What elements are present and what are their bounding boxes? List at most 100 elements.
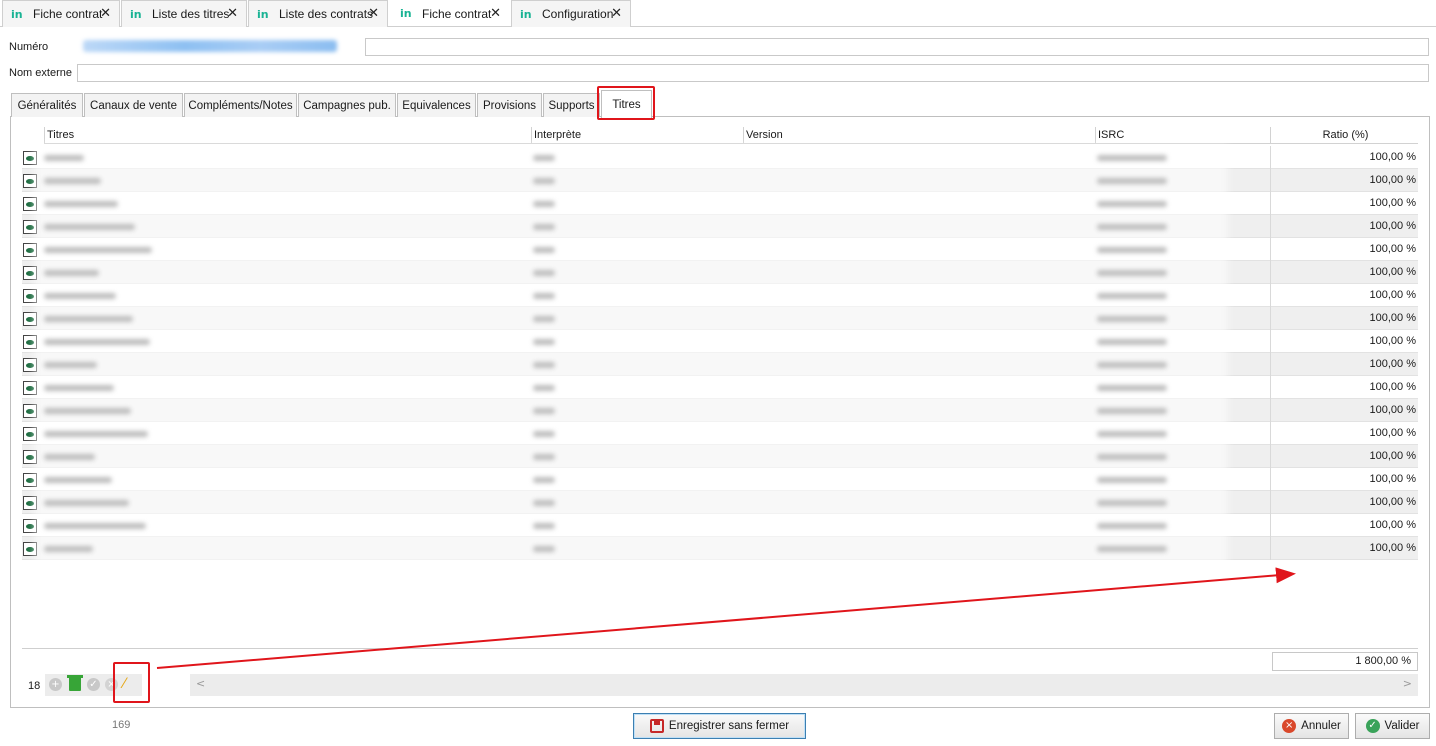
- ratio-cell-divider: [1270, 169, 1271, 192]
- doc-tab-liste-des-titres[interactable]: in Liste des titres ✕: [121, 0, 247, 27]
- close-icon[interactable]: ✕: [227, 6, 238, 21]
- redacted-cell-text: [533, 454, 555, 460]
- redacted-cell-text: [533, 362, 555, 368]
- trash-icon[interactable]: [67, 675, 83, 691]
- validate-check-icon: ✓: [1365, 719, 1380, 733]
- redacted-cell-text: [44, 431, 148, 437]
- cancel-button[interactable]: × Annuler: [1274, 713, 1349, 739]
- grid-footer-divider: [22, 648, 1418, 649]
- redacted-cell-text: [1097, 362, 1167, 368]
- tab-generalites[interactable]: Généralités: [11, 93, 83, 117]
- ratio-cell: 100,00 %: [1369, 358, 1416, 370]
- validate-button[interactable]: ✓ Valider: [1355, 713, 1430, 739]
- ratio-cell-divider: [1270, 537, 1271, 560]
- doc-tab-fiche-contrat-active[interactable]: in Fiche contrat ✕: [391, 0, 510, 26]
- numero-label: Numéro: [9, 41, 49, 53]
- nom-externe-input[interactable]: [77, 64, 1429, 82]
- ratio-cell: 100,00 %: [1369, 450, 1416, 462]
- close-icon[interactable]: ✕: [368, 6, 379, 21]
- col-header-isrc[interactable]: ISRC: [1095, 127, 1270, 144]
- in-logo-icon: in: [400, 7, 412, 20]
- close-icon[interactable]: ✕: [611, 6, 622, 21]
- redacted-cell-text: [44, 408, 131, 414]
- total-ratio: 1 800,00 %: [1272, 652, 1418, 671]
- redacted-cell-text: [1097, 339, 1167, 345]
- col-header-interprete[interactable]: Interprète: [531, 127, 743, 144]
- doc-tab-label: Liste des contrats: [279, 7, 374, 21]
- app-window: in Fiche contrat ✕ in Liste des titres ✕…: [0, 0, 1436, 746]
- close-icon[interactable]: ✕: [100, 6, 111, 21]
- numero-field[interactable]: [365, 38, 1429, 56]
- ratio-cell: 100,00 %: [1369, 519, 1416, 531]
- ratio-cell-divider: [1270, 307, 1271, 330]
- ratio-cell-divider: [1270, 146, 1271, 169]
- redacted-cell-text: [44, 477, 112, 483]
- redacted-cell-text: [533, 408, 555, 414]
- ratio-cell-divider: [1270, 468, 1271, 491]
- ratio-cell-divider: [1270, 491, 1271, 514]
- doc-tab-liste-des-contrats[interactable]: in Liste des contrats ✕: [248, 0, 388, 27]
- ratio-cell-divider: [1270, 445, 1271, 468]
- redacted-cell-text: [1097, 293, 1167, 299]
- redacted-cell-text: [44, 385, 114, 391]
- ratio-cell: 100,00 %: [1369, 151, 1416, 163]
- ratio-cell-divider: [1270, 422, 1271, 445]
- redacted-cell-text: [1097, 224, 1167, 230]
- ratio-cell-divider: [1270, 192, 1271, 215]
- tab-provisions[interactable]: Provisions: [477, 93, 542, 117]
- ratio-cell-divider: [1270, 261, 1271, 284]
- redacted-cell-text: [533, 201, 555, 207]
- cancel-x-icon: ×: [1282, 719, 1297, 733]
- add-icon[interactable]: +: [49, 678, 62, 691]
- col-header-version[interactable]: Version: [743, 127, 1095, 144]
- ratio-cell: 100,00 %: [1369, 197, 1416, 209]
- scroll-left-icon[interactable]: <: [196, 677, 205, 690]
- scroll-right-icon[interactable]: >: [1403, 677, 1412, 690]
- close-icon[interactable]: ✕: [490, 6, 501, 21]
- ratio-cell-divider: [1270, 399, 1271, 422]
- redacted-cell-text: [533, 546, 555, 552]
- document-tab-bar: in Fiche contrat ✕ in Liste des titres ✕…: [0, 0, 1436, 27]
- redacted-cell-text: [44, 293, 116, 299]
- ratio-cell-divider: [1270, 284, 1271, 307]
- col-header-ratio[interactable]: Ratio (%): [1270, 127, 1418, 144]
- doc-tab-label: Fiche contrat: [33, 7, 103, 21]
- ratio-cell: 100,00 %: [1369, 496, 1416, 508]
- redacted-cell-text: [44, 454, 95, 460]
- tab-equivalences[interactable]: Equivalences: [397, 93, 476, 117]
- ratio-cell-divider: [1270, 353, 1271, 376]
- horizontal-scrollbar[interactable]: < >: [190, 674, 1418, 696]
- redacted-cell-text: [533, 293, 555, 299]
- save-without-closing-button[interactable]: Enregistrer sans fermer: [633, 713, 806, 739]
- tab-supports[interactable]: Supports: [543, 93, 600, 117]
- annotation-highlight-titres-tab: [597, 86, 655, 120]
- redacted-cell-text: [44, 362, 97, 368]
- redacted-cell-text: [1097, 477, 1167, 483]
- tab-complements-notes[interactable]: Compléments/Notes: [184, 93, 297, 117]
- redacted-cell-text: [1097, 270, 1167, 276]
- redacted-cell-text: [1097, 155, 1167, 161]
- ratio-cell-divider: [1270, 215, 1271, 238]
- col-header-titres[interactable]: Titres: [44, 127, 530, 144]
- ratio-cell-divider: [1270, 376, 1271, 399]
- redacted-cell-text: [1097, 454, 1167, 460]
- ratio-cell: 100,00 %: [1369, 381, 1416, 393]
- check-icon[interactable]: ✓: [87, 678, 100, 691]
- ratio-cell: 100,00 %: [1369, 404, 1416, 416]
- tab-canaux-de-vente[interactable]: Canaux de vente: [84, 93, 183, 117]
- doc-tab-label: Configuration: [542, 7, 614, 21]
- grid-header: Titres Interprète Version ISRC Ratio (%): [44, 127, 1418, 144]
- doc-tab-configuration[interactable]: in Configuration ✕: [511, 0, 631, 27]
- redacted-cell-text: [1097, 201, 1167, 207]
- ratio-cell: 100,00 %: [1369, 312, 1416, 324]
- redacted-cell-text: [533, 477, 555, 483]
- numero-value-redacted: [83, 40, 337, 52]
- ratio-cell: 100,00 %: [1369, 542, 1416, 554]
- doc-tab-fiche-contrat-1[interactable]: in Fiche contrat ✕: [2, 0, 120, 27]
- redacted-cell-text: [1097, 431, 1167, 437]
- row-count: 18: [28, 680, 41, 692]
- redacted-cell-text: [533, 270, 555, 276]
- tab-campagnes-pub[interactable]: Campagnes pub.: [298, 93, 396, 117]
- redacted-cell-text: [533, 523, 555, 529]
- redacted-cell-text: [1097, 408, 1167, 414]
